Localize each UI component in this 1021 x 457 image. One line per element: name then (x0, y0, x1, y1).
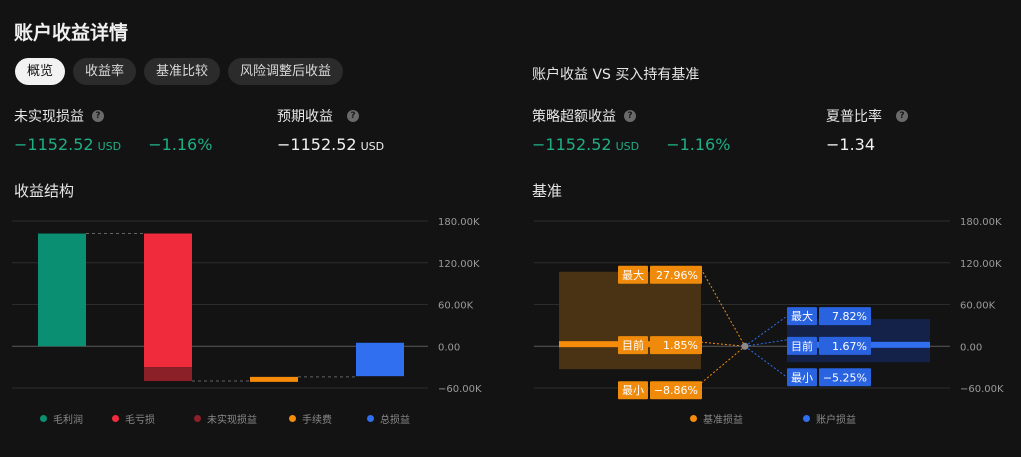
metric-percent: −1.16% (666, 135, 731, 154)
y-tick-label: 0.00 (960, 342, 982, 353)
account-min-tag: 最小 −5.25% (787, 368, 871, 387)
metric-unit: USD (360, 140, 385, 153)
y-tick-label: −60.00K (438, 384, 482, 395)
legend-dot-icon (367, 415, 374, 422)
tab-risk-adjusted[interactable]: 风险调整后收益 (228, 58, 344, 85)
legend-dot-icon (690, 415, 697, 422)
y-tick-label: 60.00K (438, 301, 474, 312)
benchmark-max-tag: 最大 27.96% (618, 265, 702, 284)
metric-label: 未实现损益 (14, 109, 84, 125)
metric-label: 预期收益 (277, 109, 333, 125)
metric-expected: 预期收益 ? −1152.52 USD (277, 106, 384, 154)
legend-label: 基准损益 (703, 415, 743, 426)
benchmark-min-tag-value: −8.86% (654, 384, 698, 397)
legend-label: 账户损益 (816, 415, 856, 426)
benchmark-fan-line (700, 268, 746, 347)
page-title: 账户收益详情 (14, 22, 129, 44)
legend-dot-icon (289, 415, 296, 422)
metric-value: −1.34 (826, 135, 876, 154)
bar-1 (38, 233, 86, 347)
benchmark-current-tag-label: 目前 (622, 338, 644, 352)
account-min-tag-value: −5.25% (823, 371, 867, 384)
legend-left: 毛利润 毛亏损 未实现损益 手续费 总损益 (40, 411, 437, 426)
account-min-tag-label: 最小 (791, 371, 813, 384)
benchmark-current-tag: 目前 1.85% (618, 336, 702, 355)
metric-sharpe: 夏普比率 ? −1.34 (826, 106, 908, 154)
y-tick-label: 180.00K (438, 217, 480, 228)
help-icon[interactable]: ? (624, 110, 636, 122)
metric-unit: USD (97, 140, 122, 153)
account-max-tag-label: 最大 (791, 309, 813, 323)
y-tick-label: 60.00K (960, 301, 996, 312)
metric-label: 夏普比率 (826, 109, 882, 125)
legend-label: 毛亏损 (125, 415, 155, 426)
legend-label: 未实现损益 (207, 415, 257, 426)
metric-value: −1152.52 (532, 135, 612, 154)
y-tick-label: −60.00K (960, 384, 1004, 395)
legend-label: 毛利润 (53, 415, 83, 426)
legend-dot-icon (803, 415, 810, 422)
bar-5 (356, 342, 404, 377)
chart-title: 收益结构 (14, 182, 75, 200)
benchmark-fan-line (700, 341, 746, 347)
tab-return-rate[interactable]: 收益率 (73, 58, 137, 85)
legend-item[interactable]: 毛利润 (40, 411, 112, 426)
benchmark-max-tag-value: 27.96% (656, 269, 698, 282)
metric-unrealized: 未实现损益 ? −1152.52 USD −1.16% (14, 106, 212, 154)
metric-excess: 策略超额收益 ? −1152.52 USD −1.16% (532, 106, 730, 154)
tab-bar: 概览 收益率 基准比较 风险调整后收益 (15, 58, 344, 85)
account-current-tag-value: 1.67% (832, 340, 867, 353)
benchmark-chart: 180.00K 120.00K 60.00K 0.00 −60.00K 最大 27.96% 目… (534, 217, 1004, 400)
center-point (741, 342, 749, 350)
benchmark-range (559, 271, 701, 370)
account-current-tag: 目前 1.67% (787, 336, 871, 355)
y-tick-label: 0.00 (438, 342, 460, 353)
bar-3 (144, 367, 192, 382)
account-max-tag: 最大 7.82% (787, 307, 871, 326)
legend-dot-icon (112, 415, 119, 422)
legend-item[interactable]: 基准损益 (690, 411, 803, 426)
legend-dot-icon (40, 415, 47, 422)
benchmark-fan-line (700, 345, 746, 384)
legend-item[interactable]: 未实现损益 (194, 411, 289, 426)
account-current-tag-label: 目前 (791, 339, 813, 353)
legend-item[interactable]: 手续费 (289, 411, 367, 426)
tab-overview[interactable]: 概览 (15, 58, 66, 85)
legend-right: 基准损益 账户损益 (690, 411, 883, 426)
metric-value: −1152.52 (14, 135, 94, 154)
metric-unit: USD (615, 140, 640, 153)
benchmark-min-tag: 最小 −8.86% (618, 381, 702, 400)
legend-item[interactable]: 毛亏损 (112, 411, 194, 426)
tab-benchmark[interactable]: 基准比较 (144, 58, 221, 85)
chart-title: 基准 (532, 182, 563, 200)
account-fan-line (744, 345, 788, 378)
account-fan-line (744, 339, 788, 347)
legend-item[interactable]: 账户损益 (803, 411, 883, 426)
bar-4 (250, 376, 298, 382)
profit-structure-chart: 180.00K 120.00K 60.00K 0.00 −60.00K (12, 217, 482, 395)
comparison-title: 账户收益 VS 买入持有基准 (532, 67, 700, 83)
metric-label: 策略超额收益 (532, 109, 616, 125)
bar-2 (144, 233, 192, 368)
legend-item[interactable]: 总损益 (367, 411, 437, 426)
legend-dot-icon (194, 415, 201, 422)
help-icon[interactable]: ? (896, 110, 908, 122)
help-icon[interactable]: ? (347, 110, 359, 122)
metric-value: −1152.52 (277, 135, 357, 154)
y-tick-label: 180.00K (960, 217, 1002, 228)
benchmark-max-tag-label: 最大 (622, 268, 644, 282)
benchmark-min-tag-label: 最小 (622, 384, 644, 397)
account-fan-line (744, 315, 788, 347)
metric-percent: −1.16% (148, 135, 213, 154)
y-tick-label: 120.00K (438, 259, 480, 270)
y-tick-label: 120.00K (960, 259, 1002, 270)
help-icon[interactable]: ? (92, 110, 104, 122)
legend-label: 总损益 (380, 415, 410, 426)
legend-label: 手续费 (302, 415, 332, 426)
account-max-tag-value: 7.82% (832, 310, 867, 323)
benchmark-current-tag-value: 1.85% (663, 339, 698, 352)
